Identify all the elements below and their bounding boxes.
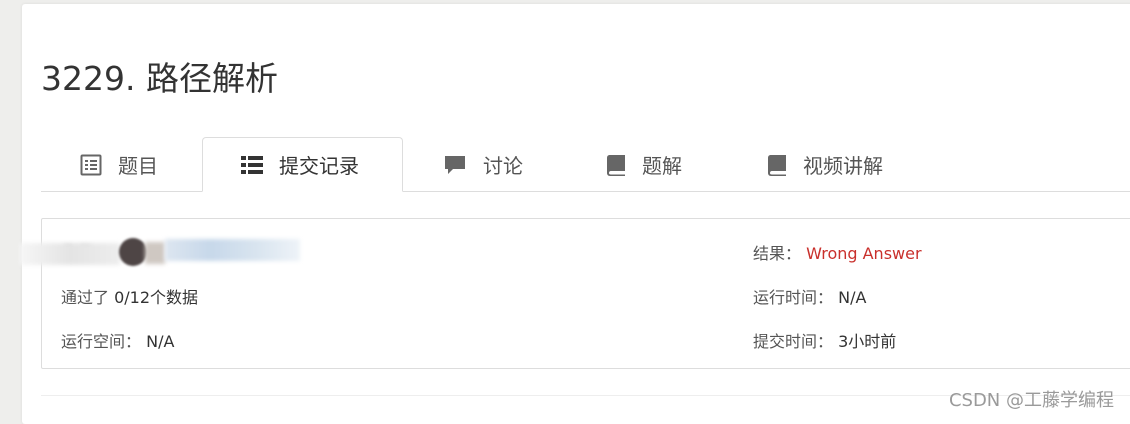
tab-label: 讨论 [483,154,523,178]
author-redaction [145,242,165,264]
tab-label: 视频讲解 [803,154,883,178]
book-icon [767,154,787,176]
list-alt-icon [80,154,102,176]
result-value: Wrong Answer [806,244,922,263]
submit-time-value: 3小时前 [838,332,897,351]
tab-video[interactable]: 视频讲解 [767,137,883,192]
tab-discussion[interactable]: 讨论 [443,137,523,192]
run-time-label: 运行时间： [753,288,834,307]
passed-count: 通过了 0/12个数据 [61,284,198,308]
run-space-label: 运行空间： [61,332,142,351]
book-icon [606,154,626,176]
author-redaction [20,243,120,265]
run-time-value: N/A [838,288,867,307]
run-space-value: N/A [146,332,175,351]
tab-label: 提交记录 [279,154,359,178]
passed-value: 0/12个数据 [114,288,199,307]
list-icon [241,155,263,175]
run-time: 运行时间： N/A [753,284,866,308]
tab-solutions[interactable]: 题解 [606,137,682,192]
tab-problem[interactable]: 题目 [80,137,158,192]
tab-submissions[interactable]: 提交记录 [202,137,403,192]
author-name-redacted[interactable] [165,239,300,261]
result: 结果： Wrong Answer [753,240,922,264]
tab-label: 题目 [118,154,158,178]
comment-icon [443,154,467,176]
avatar[interactable] [119,238,147,266]
csdn-watermark: CSDN @工藤学编程 [948,390,1114,411]
submit-time-label: 提交时间： [753,332,834,351]
run-space: 运行空间： N/A [61,328,174,352]
page-title: 3229. 路径解析 [41,59,278,98]
submit-time: 提交时间： 3小时前 [753,328,896,352]
tab-label: 题解 [642,154,682,178]
passed-prefix: 通过了 [61,288,110,307]
result-label: 结果： [753,244,802,263]
